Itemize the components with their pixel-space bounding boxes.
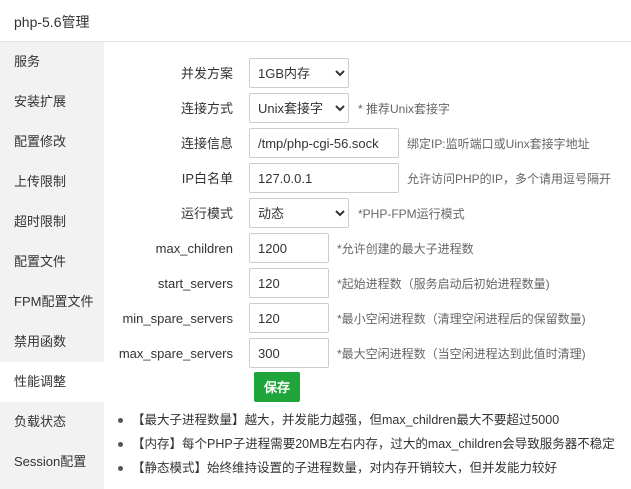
max-spare-servers-input[interactable] xyxy=(249,338,329,368)
concurrency-label: 并发方案 xyxy=(180,66,233,81)
connection-info-row: 连接信息 绑定IP:监听端口或Uinx套接字地址 xyxy=(104,128,631,160)
sidebar-item-upload-limit[interactable]: 上传限制 xyxy=(0,162,104,202)
max-spare-servers-hint: *最大空闲进程数（当空闲进程达到此值时清理) xyxy=(337,347,586,361)
connection-info-input[interactable] xyxy=(249,128,399,158)
tip-text: 【内存】每个PHP子进程需要20MB左右内存，过大的max_children会导… xyxy=(132,437,615,451)
max-children-row: max_children *允许创建的最大子进程数 xyxy=(104,233,631,265)
connection-method-label: 连接方式 xyxy=(180,101,233,116)
sidebar-item-performance-tuning[interactable]: 性能调整 xyxy=(0,362,104,402)
bullet-icon xyxy=(118,442,123,447)
sidebar-item-install-extensions[interactable]: 安装扩展 xyxy=(0,82,104,122)
connection-method-hint: * 推荐Unix套接字 xyxy=(358,102,451,116)
bullet-icon xyxy=(118,466,123,471)
performance-tuning-panel: 并发方案 1GB内存 连接方式 Unix套接字 * 推荐Unix套接字 连接信息… xyxy=(104,42,631,489)
sidebar-item-service[interactable]: 服务 xyxy=(0,42,104,82)
start-servers-hint: *起始进程数（服务启动后初始进程数量) xyxy=(337,277,550,291)
bullet-icon xyxy=(118,418,123,423)
window-titlebar: php-5.6管理 xyxy=(0,0,631,42)
max-children-hint: *允许创建的最大子进程数 xyxy=(337,242,474,256)
start-servers-label: start_servers xyxy=(157,276,233,291)
tip-text: 【最大子进程数量】越大，并发能力越强，但max_children最大不要超过50… xyxy=(132,413,560,427)
max-spare-servers-row: max_spare_servers *最大空闲进程数（当空闲进程达到此值时清理) xyxy=(104,338,631,370)
tip-item: 【最大子进程数量】越大，并发能力越强，但max_children最大不要超过50… xyxy=(116,408,626,432)
save-button[interactable]: 保存 xyxy=(254,372,300,402)
max-spare-servers-label: max_spare_servers xyxy=(118,346,233,361)
ip-whitelist-row: IP白名单 允许访问PHP的IP，多个请用逗号隔开 xyxy=(104,163,631,195)
connection-info-hint: 绑定IP:监听端口或Uinx套接字地址 xyxy=(407,137,590,151)
min-spare-servers-row: min_spare_servers *最小空闲进程数（清理空闲进程后的保留数量) xyxy=(104,303,631,335)
sidebar-item-timeout-limit[interactable]: 超时限制 xyxy=(0,202,104,242)
sidebar-item-disabled-functions[interactable]: 禁用函数 xyxy=(0,322,104,362)
window-title: php-5.6管理 xyxy=(14,14,90,30)
connection-method-row: 连接方式 Unix套接字 * 推荐Unix套接字 xyxy=(104,93,631,125)
tips-list: 【最大子进程数量】越大，并发能力越强，但max_children最大不要超过50… xyxy=(116,408,626,480)
tip-item: 【内存】每个PHP子进程需要20MB左右内存，过大的max_children会导… xyxy=(116,432,626,456)
connection-info-label: 连接信息 xyxy=(180,136,233,151)
concurrency-row: 并发方案 1GB内存 xyxy=(104,58,631,90)
ip-whitelist-input[interactable] xyxy=(249,163,399,193)
sidebar-item-fpm-config-file[interactable]: FPM配置文件 xyxy=(0,282,104,322)
run-mode-row: 运行模式 动态 *PHP-FPM运行模式 xyxy=(104,198,631,230)
sidebar: 服务 安装扩展 配置修改 上传限制 超时限制 配置文件 FPM配置文件 禁用函数… xyxy=(0,42,104,489)
max-children-input[interactable] xyxy=(249,233,329,263)
connection-method-select[interactable]: Unix套接字 xyxy=(249,93,349,123)
start-servers-input[interactable] xyxy=(249,268,329,298)
sidebar-item-config-edit[interactable]: 配置修改 xyxy=(0,122,104,162)
min-spare-servers-label: min_spare_servers xyxy=(122,311,233,326)
sidebar-item-config-file[interactable]: 配置文件 xyxy=(0,242,104,282)
sidebar-item-session-config[interactable]: Session配置 xyxy=(0,442,104,482)
max-children-label: max_children xyxy=(155,241,233,256)
tip-text: 【静态模式】始终维持设置的子进程数量，对内存开销较大，但并发能力较好 xyxy=(132,461,558,475)
min-spare-servers-input[interactable] xyxy=(249,303,329,333)
start-servers-row: start_servers *起始进程数（服务启动后初始进程数量) xyxy=(104,268,631,300)
ip-whitelist-label: IP白名单 xyxy=(181,171,233,186)
sidebar-item-load-status[interactable]: 负载状态 xyxy=(0,402,104,442)
tip-item: 【静态模式】始终维持设置的子进程数量，对内存开销较大，但并发能力较好 xyxy=(116,456,626,480)
ip-whitelist-hint: 允许访问PHP的IP，多个请用逗号隔开 xyxy=(407,172,612,186)
run-mode-select[interactable]: 动态 xyxy=(249,198,349,228)
min-spare-servers-hint: *最小空闲进程数（清理空闲进程后的保留数量) xyxy=(337,312,586,326)
run-mode-label: 运行模式 xyxy=(180,206,233,221)
run-mode-hint: *PHP-FPM运行模式 xyxy=(358,207,465,221)
concurrency-select[interactable]: 1GB内存 xyxy=(249,58,349,88)
